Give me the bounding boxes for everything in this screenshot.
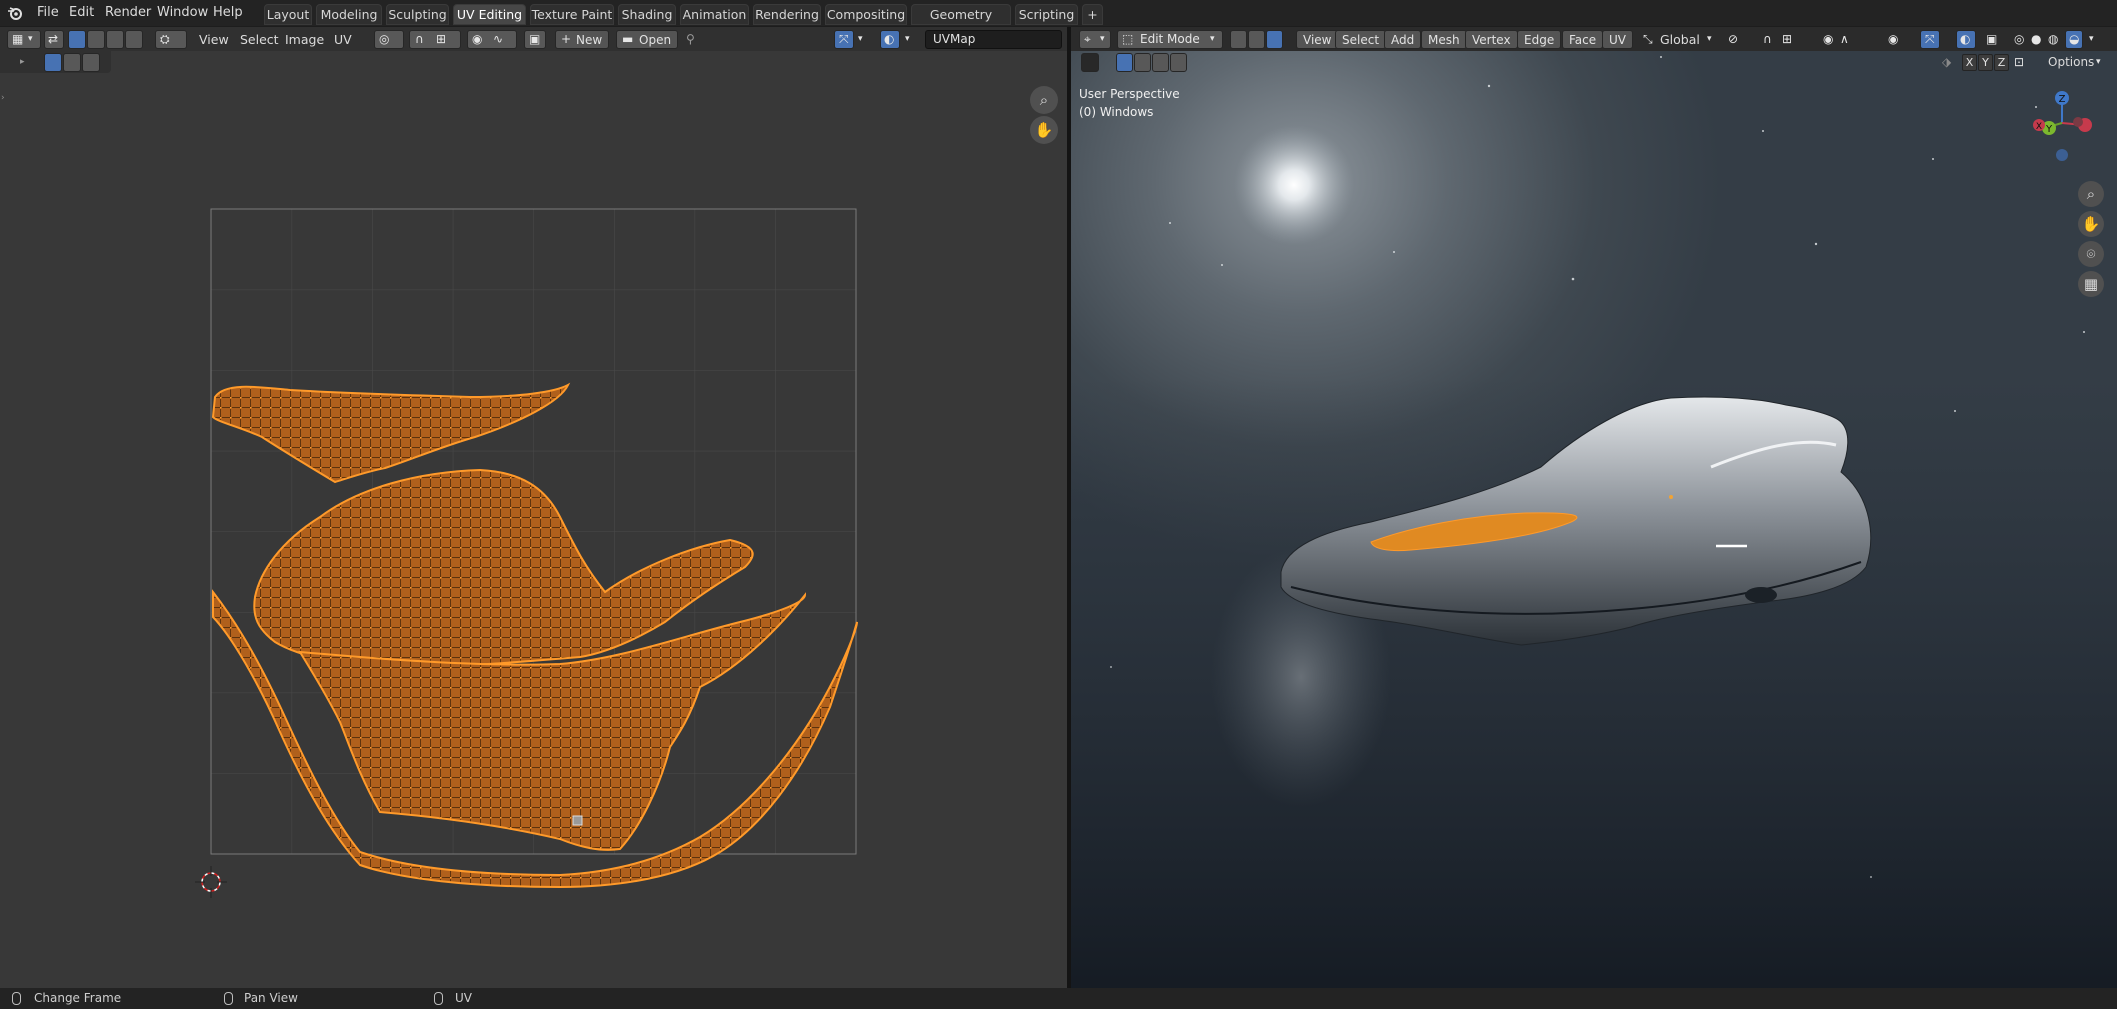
3d-viewport[interactable]: ⌖ ▾ ⬚ Edit Mode ▾ View Select Add Mesh V… (1071, 27, 2117, 988)
status-uv: UV (455, 991, 472, 1005)
camera-icon[interactable]: ⌾ (2078, 241, 2104, 267)
mirror-icon[interactable]: ⬗ (1942, 53, 1951, 72)
falloff-curve-icon[interactable]: ∧ (1840, 30, 1849, 49)
tab-modeling[interactable]: Modeling (316, 4, 382, 25)
add-workspace-button[interactable]: + (1082, 4, 1103, 25)
view-perspective-label: User Perspective (1079, 87, 1180, 101)
rendered-shading-button[interactable]: ◒ (2065, 30, 2083, 49)
material-shading-icon[interactable]: ◍ (2048, 30, 2058, 49)
status-pan-view: Pan View (244, 991, 298, 1005)
mode-label: Edit Mode (1140, 32, 1200, 46)
menu-file[interactable]: File (35, 4, 61, 22)
edge-select-mode-button[interactable] (1248, 30, 1265, 49)
overlays-toggle[interactable]: ◐ (1956, 30, 1976, 49)
xray-icon[interactable]: ▣ (1986, 30, 1997, 49)
mouse-right-icon (434, 992, 443, 1005)
editor-type-button[interactable]: ⌖ ▾ (1079, 30, 1111, 49)
viewport-menu-add[interactable]: Add (1384, 30, 1422, 49)
chevron-down-icon: ▾ (1210, 34, 1215, 44)
viewport-menu-uv[interactable]: UV (1602, 30, 1633, 49)
mirror-y-toggle[interactable]: Y (1978, 54, 1993, 71)
gizmo-icon: ⤧ (1925, 32, 1935, 46)
snap-target-icon[interactable]: ⊞ (1782, 30, 1792, 49)
mouse-left-icon (12, 992, 21, 1005)
status-change-frame: Change Frame (34, 991, 122, 1005)
sun-light (1234, 125, 1354, 245)
wireframe-shading-icon[interactable]: ◎ (2014, 30, 2024, 49)
active-uv-vertex[interactable] (572, 815, 583, 826)
chevron-down-icon[interactable]: ▾ (1707, 30, 1712, 49)
viewport-menu-mesh[interactable]: Mesh (1421, 30, 1467, 49)
viewport-scene (1071, 56, 2117, 988)
options-dropdown[interactable]: Options (2048, 53, 2094, 72)
tab-sculpting[interactable]: Sculpting (386, 4, 449, 25)
grid-view-icon[interactable]: ▦ (2078, 271, 2104, 297)
viewport-tool-settings: ⬗ X Y Z ⊡ Options ▾ (1071, 51, 2117, 75)
chevron-down-icon[interactable]: ▾ (2096, 53, 2101, 72)
active-collection-label: (0) Windows (1079, 105, 1154, 119)
vertex-select-mode-button[interactable] (1230, 30, 1247, 49)
select-subtract-mode-button[interactable] (1152, 53, 1169, 72)
navigation-gizmo[interactable]: Z Y X (2026, 85, 2096, 195)
tab-animation[interactable]: Animation (680, 4, 749, 25)
viewport-menu-face[interactable]: Face (1562, 30, 1604, 49)
mirror-x-toggle[interactable]: X (1962, 54, 1977, 71)
3d-viewport-icon: ⌖ (1084, 32, 1091, 46)
viewport-menu-vertex[interactable]: Vertex (1465, 30, 1518, 49)
viewport-menu-edge[interactable]: Edge (1517, 30, 1562, 49)
viewport-menu-select[interactable]: Select (1335, 30, 1387, 49)
select-tool-icon[interactable] (1081, 53, 1099, 72)
tab-layout[interactable]: Layout (264, 4, 312, 25)
blender-logo-icon[interactable] (7, 5, 23, 21)
select-box-mode-button[interactable] (1116, 53, 1133, 72)
menu-window[interactable]: Window (155, 4, 210, 22)
magnet-icon[interactable]: ∩ (1763, 30, 1772, 49)
menu-edit[interactable]: Edit (67, 4, 96, 22)
visibility-eye-icon[interactable]: ◉ (1888, 30, 1898, 49)
zoom-icon[interactable]: ⌕ (2078, 181, 2104, 207)
auto-merge-icon[interactable]: ⊡ (2014, 53, 2024, 72)
transform-orientation-label[interactable]: Global (1660, 30, 1700, 49)
mode-dropdown[interactable]: ⬚ Edit Mode ▾ (1117, 30, 1223, 49)
viewport-menu-view[interactable]: View (1296, 30, 1339, 49)
tab-rendering[interactable]: Rendering (753, 4, 821, 25)
tab-uv-editing[interactable]: UV Editing (453, 4, 526, 25)
tab-texture-paint[interactable]: Texture Paint (530, 4, 614, 25)
status-bar: Change Frame Pan View UV (0, 988, 2117, 1009)
chevron-down-icon: ▾ (1100, 34, 1105, 44)
mouse-middle-icon (224, 992, 233, 1005)
tab-geometry-nodes[interactable]: Geometry Nodes (911, 4, 1011, 41)
proportional-icon[interactable]: ◉ (1823, 30, 1833, 49)
transform-orientation-icon[interactable]: ⤡ (1643, 30, 1653, 49)
2d-cursor-icon[interactable] (195, 866, 227, 898)
uv-editor[interactable]: ▦ ▾ ⇄ ⛭ View Select Image UV ◎ ∩ ⊞ ◉ ∿ ▣ (0, 27, 1067, 988)
gizmo-y-label: Y (2045, 124, 2053, 135)
pan-hand-icon[interactable]: ✋ (2078, 211, 2104, 237)
menu-help[interactable]: Help (211, 4, 245, 22)
tab-compositing[interactable]: Compositing (825, 4, 907, 25)
rendered-shading-icon: ◒ (2069, 32, 2080, 46)
chevron-down-icon[interactable]: ▾ (2089, 30, 2094, 49)
select-extend-mode-button[interactable] (1134, 53, 1151, 72)
overlays-icon: ◐ (1960, 32, 1971, 46)
tab-shading[interactable]: Shading (618, 4, 676, 25)
gizmo-z-label: Z (2059, 94, 2066, 105)
solid-shading-icon[interactable]: ● (2031, 30, 2041, 49)
uv-canvas[interactable] (0, 27, 1067, 988)
tab-scripting[interactable]: Scripting (1015, 4, 1078, 25)
mirror-z-toggle[interactable]: Z (1994, 54, 2009, 71)
menu-render[interactable]: Render (103, 4, 153, 22)
select-intersect-mode-button[interactable] (1170, 53, 1187, 72)
edit-mode-icon: ⬚ (1122, 32, 1134, 46)
face-select-mode-button[interactable] (1266, 30, 1283, 49)
gizmo-x-label: X (2036, 122, 2042, 132)
pivot-icon[interactable]: ⊘ (1728, 30, 1738, 49)
top-bar: File Edit Render Window Help Layout Mode… (0, 0, 2117, 41)
viewport-header: ⌖ ▾ ⬚ Edit Mode ▾ View Select Add Mesh V… (1071, 27, 2117, 51)
gizmo-toggle[interactable]: ⤧ (1920, 30, 1940, 49)
